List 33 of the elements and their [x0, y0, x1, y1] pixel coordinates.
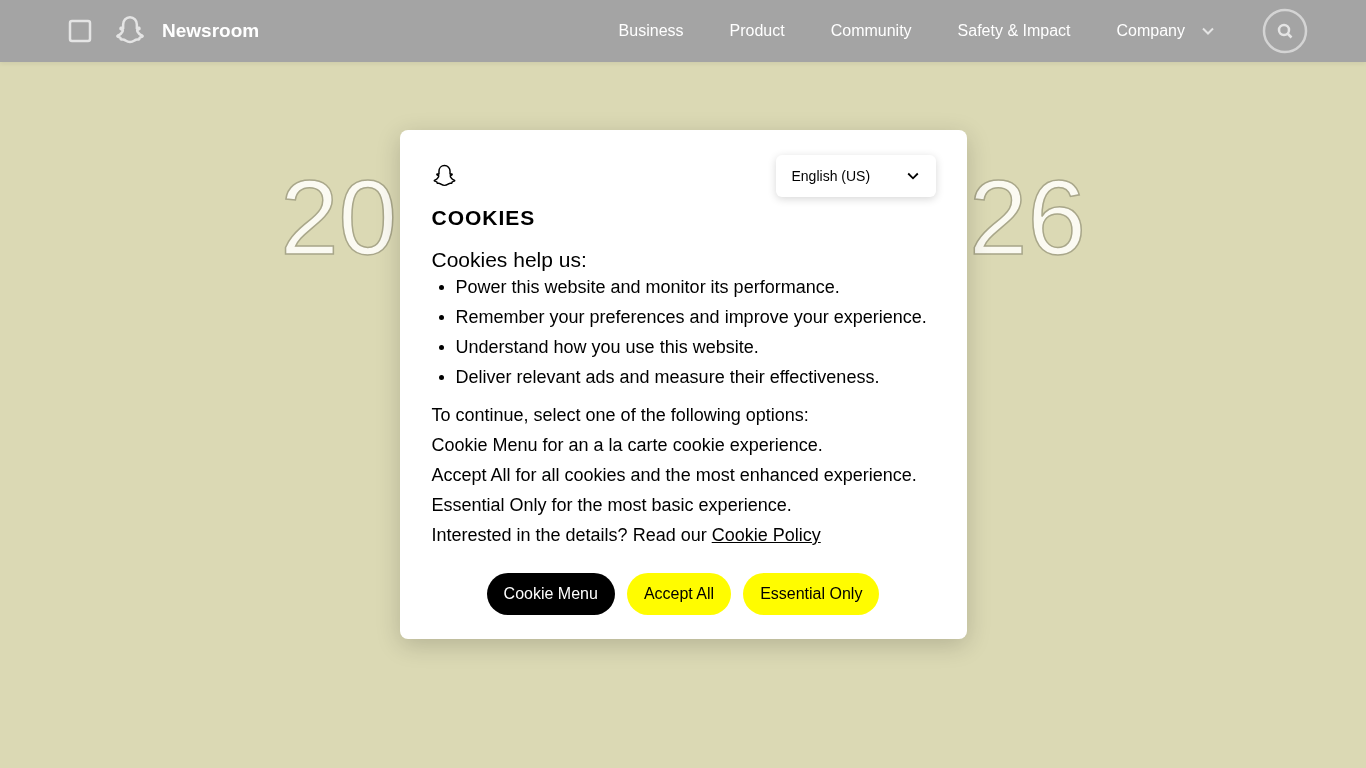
bullet-icon [438, 284, 444, 290]
search-icon[interactable] [1262, 8, 1308, 54]
bullet-icon [438, 314, 444, 320]
paragraph-text: Essential Only for the most basic experience. [431, 494, 793, 517]
nav-link[interactable]: Community [830, 22, 912, 40]
action-button[interactable]: Essential Only [743, 573, 880, 615]
language-dropdown[interactable]: English (US) [775, 155, 936, 197]
bullet-icon [438, 374, 444, 380]
chevron-down-icon [906, 172, 919, 180]
paragraph-text: Interested in the details? Read our Cookie Policy [431, 524, 822, 547]
intro-text: Cookies help us: [431, 248, 588, 272]
site-name[interactable]: Newsroom [162, 20, 260, 42]
paragraph-text: Accept All for all cookies and the most enhanced experience. [431, 464, 918, 487]
action-button[interactable]: Cookie Menu [486, 573, 615, 615]
chevron-down-icon[interactable] [1202, 27, 1214, 35]
list-item-text: Remember your preferences and improve your experience. [455, 306, 927, 329]
list-item-text: Power this website and monitor its performance. [455, 276, 840, 299]
ghost-logo-icon [431, 163, 457, 189]
list-item-text: Deliver relevant ads and measure their effectiveness. [455, 366, 880, 389]
nav-link[interactable]: Safety & Impact [957, 22, 1071, 40]
list-item-text: Understand how you use this website. [455, 336, 759, 359]
cookie-policy-link[interactable]: Cookie Policy [711, 525, 821, 545]
headline-fragment: 26 [969, 163, 1087, 273]
bullet-icon [438, 344, 444, 350]
square-icon[interactable] [68, 19, 92, 43]
action-button[interactable]: Accept All [626, 573, 732, 615]
paragraph-text: Cookie Menu for an a la carte cookie experience. [431, 434, 824, 457]
nav-link[interactable]: Product [729, 22, 785, 40]
paragraph-text: To continue, select one of the following options: [431, 404, 810, 427]
dialog-title: COOKIES [431, 206, 537, 230]
headline-fragment: 20 [279, 163, 397, 273]
nav-link[interactable]: Business [618, 22, 684, 40]
nav-link[interactable]: Company [1116, 22, 1185, 40]
